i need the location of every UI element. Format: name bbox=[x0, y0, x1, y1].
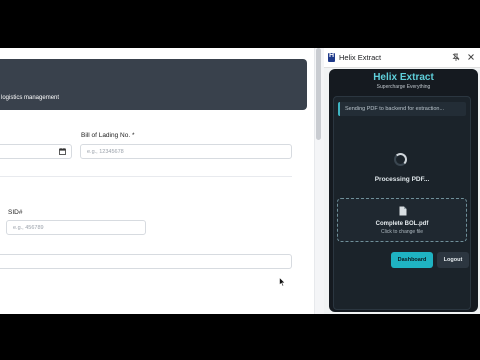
loading-spinner bbox=[394, 153, 407, 166]
bol-placeholder: e.g., 12345678 bbox=[87, 148, 124, 155]
text-input[interactable] bbox=[0, 254, 292, 269]
helix-logo-icon: H bbox=[328, 52, 335, 62]
header-subtitle: logistics management bbox=[1, 95, 60, 101]
page-scrollbar-thumb[interactable] bbox=[316, 48, 321, 140]
date-input[interactable] bbox=[0, 144, 72, 159]
section-divider bbox=[0, 176, 292, 177]
browser-viewport: logistics management Bill of Lading No. … bbox=[0, 48, 480, 314]
logout-button[interactable]: Logout bbox=[437, 252, 469, 268]
form-header: logistics management bbox=[0, 59, 307, 110]
side-panel-header: H Helix Extract bbox=[324, 48, 480, 68]
status-message: Sending PDF to backend for extraction... bbox=[338, 102, 466, 116]
file-name: Complete BOL.pdf bbox=[375, 221, 429, 227]
logo-letter: H bbox=[329, 52, 335, 59]
sid-label: SID# bbox=[8, 209, 23, 216]
close-icon[interactable] bbox=[467, 53, 475, 61]
extension-tagline: Supercharge Everything bbox=[376, 84, 431, 90]
mouse-cursor bbox=[279, 277, 286, 287]
file-icon bbox=[399, 206, 407, 216]
status-text: Sending PDF to backend for extraction... bbox=[345, 105, 445, 112]
sid-input[interactable]: e.g., 456789 bbox=[6, 220, 146, 235]
file-drop-zone[interactable]: Complete BOL.pdf Click to change file bbox=[337, 198, 467, 242]
bol-label: Bill of Lading No. * bbox=[81, 132, 135, 139]
sid-placeholder: e.g., 456789 bbox=[13, 224, 44, 231]
processing-text: Processing PDF... bbox=[374, 176, 430, 183]
web-form-page: logistics management Bill of Lading No. … bbox=[0, 48, 324, 314]
pin-icon[interactable] bbox=[452, 53, 460, 61]
bol-input[interactable]: e.g., 12345678 bbox=[80, 144, 292, 159]
extension-panel: Helix Extract Supercharge Everything Sen… bbox=[329, 69, 478, 312]
extension-title: Helix Extract bbox=[373, 72, 434, 83]
calendar-icon[interactable] bbox=[59, 148, 66, 155]
extension-content: Sending PDF to backend for extraction...… bbox=[333, 96, 471, 310]
dashboard-button[interactable]: Dashboard bbox=[391, 252, 433, 268]
file-hint: Click to change file bbox=[381, 229, 423, 235]
side-panel-title: Helix Extract bbox=[339, 53, 382, 62]
browser-side-panel: H Helix Extract Helix Extract Supercharg… bbox=[324, 48, 480, 314]
